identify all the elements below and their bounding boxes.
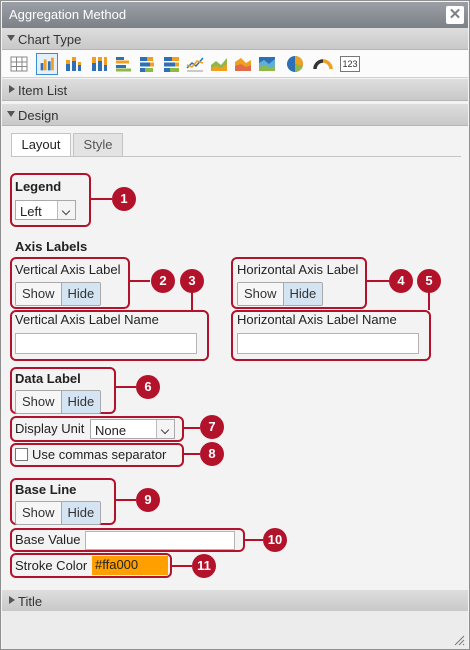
percent-column-chart-icon[interactable] [88,53,110,75]
clustered-column-chart-icon[interactable] [36,53,58,75]
percent-area-chart-icon[interactable] [256,53,278,75]
use-commas-label: Use commas separator [32,447,167,462]
horizontal-axis-show-button[interactable]: Show [238,283,283,305]
legend-value: Left [20,204,42,219]
section-chart-type[interactable]: Chart Type [2,28,468,50]
callout-badge-2: 2 [151,269,175,293]
clustered-bar-chart-icon[interactable] [112,53,134,75]
callout-leader-8 [184,453,200,455]
callout-badge-7: 7 [200,415,224,439]
callout-leader-10 [245,539,263,541]
horizontal-axis-label-toggle: Show Hide [237,282,324,306]
data-label-show-button[interactable]: Show [16,391,61,413]
vertical-axis-label-label: Vertical Axis Label [15,262,121,277]
legend-select[interactable]: Left [15,200,76,220]
vertical-axis-label-name-label: Vertical Axis Label Name [15,312,159,327]
stacked-column-chart-icon[interactable] [62,53,84,75]
chart-type-toolbar: 123 [2,50,468,78]
callout-badge-3: 3 [180,269,204,293]
callout-badge-4: 4 [389,269,413,293]
data-label-toggle: Show Hide [15,390,102,414]
horizontal-axis-hide-button[interactable]: Hide [282,283,323,305]
base-line-toggle: Show Hide [15,501,102,525]
callout-leader-9 [116,499,136,501]
legend-label: Legend [15,179,62,194]
callout-badge-9: 9 [136,488,160,512]
base-value-label: Base Value [15,532,81,547]
callout-leader-4 [367,280,389,282]
section-design[interactable]: Design [2,104,468,126]
chevron-down-icon [156,420,174,438]
horizontal-axis-label-label: Horizontal Axis Label [237,262,359,277]
line-chart-icon[interactable] [184,53,206,75]
horizontal-axis-label-name-input[interactable] [237,333,419,354]
callout-badge-10: 10 [263,528,287,552]
pie-chart-icon[interactable] [284,53,306,75]
panel-footer [2,611,468,649]
collapse-arrow-icon [7,111,15,117]
expand-arrow-icon [9,85,15,93]
resize-grip-icon[interactable] [453,634,465,646]
gauge-chart-icon[interactable] [312,53,334,75]
section-item-list[interactable]: Item List [2,79,468,101]
collapse-arrow-icon [7,35,15,41]
percent-bar-chart-icon[interactable] [160,53,182,75]
chevron-down-icon [57,201,75,219]
display-unit-select[interactable]: None [90,419,175,439]
base-line-hide-button[interactable]: Hide [60,502,101,524]
callout-badge-11: 11 [192,554,216,578]
stacked-bar-chart-icon[interactable] [136,53,158,75]
stroke-color-picker[interactable]: #ffa000 [92,556,168,575]
callout-badge-5: 5 [417,269,441,293]
callout-leader-3 [191,292,193,310]
data-label-label: Data Label [15,371,81,386]
display-unit-label: Display Unit [15,421,85,436]
tab-layout[interactable]: Layout [11,133,71,157]
axis-labels-heading: Axis Labels [15,239,88,254]
base-line-label: Base Line [15,482,77,497]
callout-badge-8: 8 [200,442,224,466]
section-title[interactable]: Title [2,590,468,612]
tab-style[interactable]: Style [73,133,123,157]
table-icon[interactable] [8,53,30,75]
callout-badge-6: 6 [136,375,160,399]
stacked-area-chart-icon[interactable] [232,53,254,75]
section-item-list-label: Item List [18,83,68,98]
data-label-hide-button[interactable]: Hide [60,391,101,413]
section-design-label: Design [18,108,59,123]
section-title-label: Title [18,594,43,609]
base-value-input[interactable] [85,531,235,550]
vertical-axis-label-name-input[interactable] [15,333,197,354]
tab-divider [11,156,461,157]
callout-leader-5 [428,292,430,310]
aggregation-method-panel: Aggregation Method ✕ Chart Type 123 Item… [0,0,470,650]
use-commas-checkbox[interactable] [15,448,28,461]
callout-leader-11 [172,565,192,567]
display-unit-value: None [95,423,127,438]
horizontal-axis-label-name-label: Horizontal Axis Label Name [237,312,397,327]
stroke-color-label: Stroke Color [15,558,88,573]
vertical-axis-hide-button[interactable]: Hide [60,283,101,305]
callout-leader-1 [91,198,112,200]
expand-arrow-icon [9,596,15,604]
callout-leader-6 [116,386,136,388]
callout-badge-1: 1 [112,187,136,211]
close-icon[interactable]: ✕ [446,6,464,24]
section-chart-type-label: Chart Type [18,32,82,47]
callout-leader-2 [130,280,150,282]
area-chart-icon[interactable] [208,53,230,75]
number-card-icon[interactable]: 123 [340,56,360,72]
window-titlebar: Aggregation Method ✕ [2,2,468,28]
base-line-show-button[interactable]: Show [16,502,61,524]
window-title: Aggregation Method [9,7,127,22]
vertical-axis-show-button[interactable]: Show [16,283,61,305]
vertical-axis-label-toggle: Show Hide [15,282,102,306]
callout-leader-7 [184,427,200,429]
